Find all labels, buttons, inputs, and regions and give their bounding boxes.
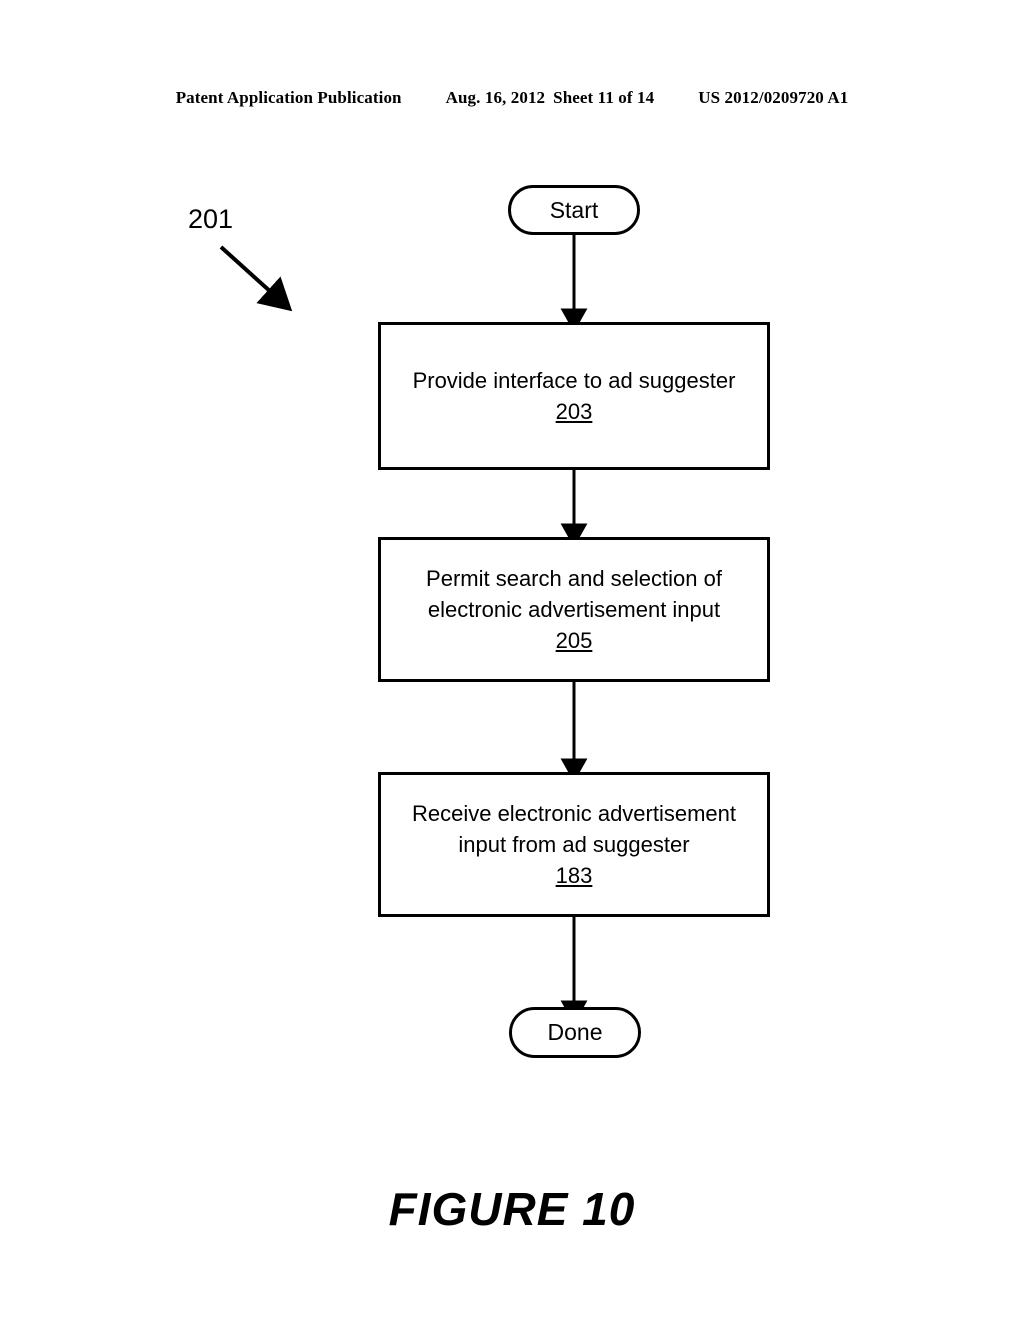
flow-node-step-1: Provide interface to ad suggester 203 (378, 322, 770, 470)
figure-caption: FIGURE 10 (388, 1183, 636, 1235)
flow-node-start-label: Start (549, 196, 599, 223)
reference-lead-arrow-201 (219, 245, 293, 312)
flow-node-step-1-text: Provide interface to ad suggester (412, 368, 736, 393)
flow-node-start: Start (508, 185, 640, 235)
flow-node-done: Done (509, 1007, 641, 1058)
flow-node-step-2-text: Permit search and selection of electroni… (426, 566, 722, 622)
flow-node-done-label: Done (547, 1019, 603, 1045)
flow-node-step-3-text: Receive electronic advertisement input f… (411, 801, 737, 857)
reference-numeral-201: 201 (188, 204, 234, 234)
flow-node-step-3: Receive electronic advertisement input f… (378, 772, 770, 917)
flow-node-step-2: Permit search and selection of electroni… (378, 537, 770, 682)
flow-node-step-2-ref: 205 (555, 628, 593, 653)
flow-node-step-1-ref: 203 (555, 399, 593, 424)
flow-node-step-3-ref: 183 (555, 863, 593, 888)
